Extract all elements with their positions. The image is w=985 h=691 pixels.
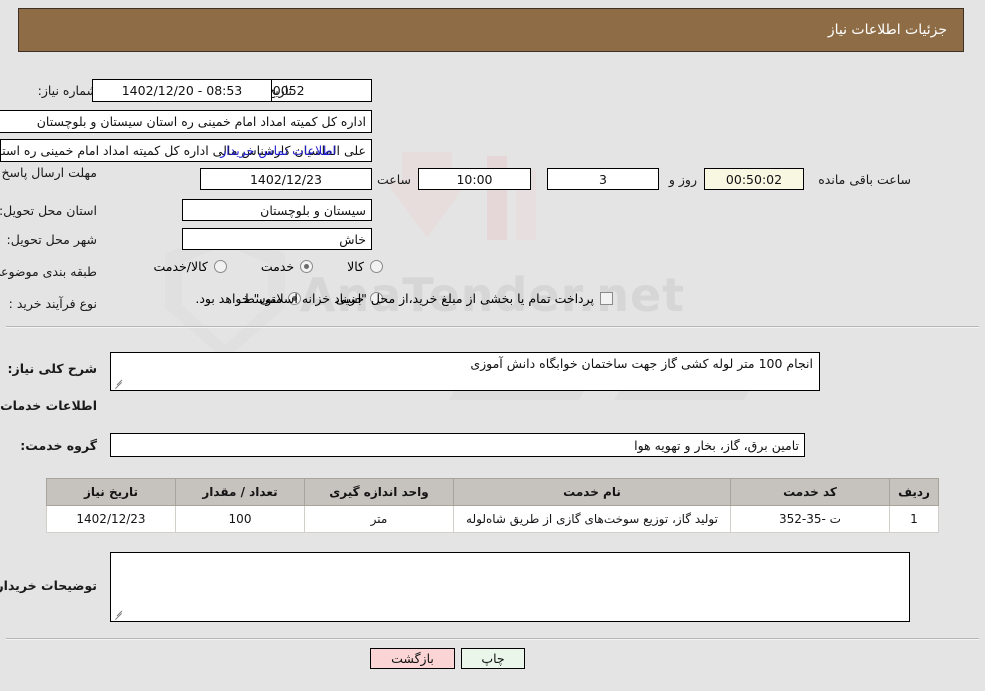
need-number-label: شماره نیاز:	[37, 83, 97, 98]
cell-qty: 100	[175, 505, 305, 533]
cell-code: ت -35-352	[730, 505, 890, 533]
delivery-province-label: استان محل تحویل:	[0, 203, 97, 218]
table-col-row: ردیف	[889, 478, 939, 506]
treasury-checkbox-label: پرداخت تمام یا بخشی از مبلغ خرید،از محل …	[195, 291, 594, 306]
radio-option-khedmat[interactable]: خدمت	[260, 259, 314, 274]
radio-label-khedmat: خدمت	[260, 259, 295, 274]
deadline-label: مهلت ارسال پاسخ: تا تاریخ:	[0, 165, 97, 181]
treasury-checkbox-row: پرداخت تمام یا بخشی از مبلغ خرید،از محل …	[195, 291, 613, 306]
remaining-days-label: روز و	[668, 172, 697, 187]
deadline-label-text: مهلت ارسال پاسخ: تا تاریخ:	[0, 165, 97, 180]
remaining-days-field[interactable]: 3	[547, 168, 659, 190]
resize-grip-icon-notes[interactable]	[113, 608, 125, 620]
radio-option-kala[interactable]: کالا	[347, 259, 383, 274]
need-summary-textarea[interactable]: انجام 100 متر لوله کشی گاز جهت ساختمان خ…	[110, 352, 820, 391]
table-col-date: تاریخ نیاز	[46, 478, 176, 506]
page-title-text: جزئیات اطلاعات نیاز	[827, 22, 947, 38]
delivery-city-field[interactable]: خاش	[182, 228, 372, 250]
buyer-org-field[interactable]: اداره کل کمیته امداد امام خمینی ره استان…	[0, 110, 372, 133]
print-button[interactable]: چاپ	[461, 648, 525, 669]
radio-icon-khedmat[interactable]	[300, 260, 314, 273]
table-header-row: ردیف کد خدمت نام خدمت واحد اندازه گیری ت…	[46, 478, 939, 506]
radio-option-kala-khedmat[interactable]: کالا/خدمت	[153, 259, 227, 274]
service-group-field[interactable]: تامین برق، گاز، بخار و تهویه هوا	[110, 433, 805, 457]
divider-2	[6, 638, 979, 640]
radio-label-kala-khedmat: کالا/خدمت	[153, 259, 208, 274]
table-col-code: کد خدمت	[730, 478, 890, 506]
deadline-hour-label: ساعت	[376, 172, 411, 187]
back-button[interactable]: بازگشت	[370, 648, 455, 669]
table-col-qty: تعداد / مقدار	[175, 478, 305, 506]
checkbox-icon-treasury[interactable]	[600, 292, 613, 305]
buyer-notes-textarea[interactable]	[110, 552, 910, 622]
table-col-name: نام خدمت	[453, 478, 731, 506]
need-summary-label: شرح کلی نیاز:	[7, 361, 97, 376]
delivery-city-label: شهر محل تحویل:	[6, 232, 97, 247]
radio-icon-kala[interactable]	[370, 260, 383, 273]
deadline-date-field[interactable]: 1402/12/23	[200, 168, 372, 190]
need-summary-text: انجام 100 متر لوله کشی گاز جهت ساختمان خ…	[470, 356, 813, 371]
subject-category-radio-group: کالا خدمت کالا/خدمت	[119, 259, 383, 274]
cell-name: تولید گاز، توزیع سوخت‌های گازی از طریق ش…	[453, 505, 731, 533]
service-group-label: گروه خدمت:	[20, 438, 97, 453]
page-title: جزئیات اطلاعات نیاز	[18, 8, 964, 52]
countdown-field: 00:50:02	[704, 168, 804, 190]
cell-row: 1	[889, 505, 939, 533]
page-root: AnaTender.net جزئیات اطلاعات نیاز شماره …	[0, 0, 985, 691]
table-row: 1 ت -35-352 تولید گاز، توزیع سوخت‌های گا…	[46, 505, 939, 533]
services-table: ردیف کد خدمت نام خدمت واحد اندازه گیری ت…	[46, 478, 939, 533]
services-section-title: اطلاعات خدمات مورد نیاز	[0, 398, 97, 413]
cell-date: 1402/12/23	[46, 505, 176, 533]
resize-grip-icon-summary[interactable]	[113, 377, 125, 389]
deadline-hour-field[interactable]: 10:00	[418, 168, 531, 190]
cell-unit: متر	[304, 505, 454, 533]
delivery-province-field[interactable]: سیستان و بلوچستان	[182, 199, 372, 221]
purchase-process-label: نوع فرآیند خرید :	[8, 296, 97, 311]
announce-datetime-field[interactable]: 1402/12/20 - 08:53	[92, 79, 272, 102]
table-col-unit: واحد اندازه گیری	[304, 478, 454, 506]
divider-1	[6, 326, 979, 328]
buyer-notes-label: توضیحات خریدار;	[0, 578, 97, 593]
treasury-checkbox[interactable]: پرداخت تمام یا بخشی از مبلغ خرید،از محل …	[195, 291, 613, 306]
subject-category-label: طبقه بندی موضوعی:	[0, 264, 97, 279]
radio-icon-kala-khedmat[interactable]	[213, 260, 227, 273]
buyer-contact-link[interactable]: اطلاعات تماس خریدار	[220, 143, 336, 158]
radio-label-kala: کالا	[347, 259, 364, 274]
countdown-label: ساعت باقی مانده	[818, 172, 911, 187]
